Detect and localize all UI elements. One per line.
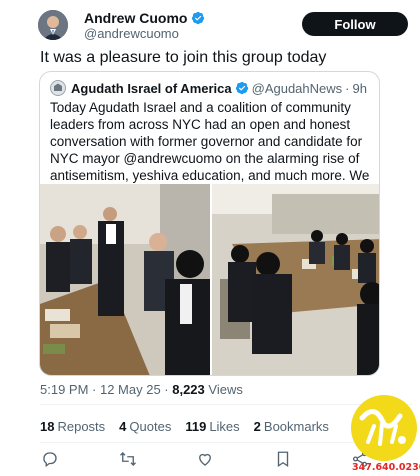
verified-badge-icon bbox=[235, 81, 249, 95]
quotes-label: Quotes bbox=[129, 419, 172, 434]
heart-icon[interactable] bbox=[195, 449, 215, 469]
reposts-count: 18 bbox=[40, 419, 55, 434]
verified-badge-icon bbox=[191, 11, 205, 25]
tweet-timestamp-views: 5:19 PM · 12 May 25 · 8,223 Views bbox=[40, 382, 243, 397]
author-display-name-row[interactable]: Andrew Cuomo bbox=[84, 10, 205, 26]
quotes-count: 4 bbox=[119, 419, 127, 434]
tweet-text: It was a pleasure to join this group tod… bbox=[40, 49, 327, 66]
bookmarks-label: Bookmarks bbox=[263, 419, 329, 434]
reply-icon[interactable] bbox=[40, 449, 60, 469]
follow-button[interactable]: Follow bbox=[302, 12, 408, 36]
timestamp[interactable]: 5:19 PM · 12 May 25 · bbox=[40, 382, 172, 397]
views-label: Views bbox=[204, 382, 243, 397]
meeting-photo-left[interactable] bbox=[40, 184, 210, 375]
engagement-stats: 18 Reposts 4 Quotes 119 Likes 2 Bookmarks bbox=[40, 419, 329, 434]
quoted-handle: @AgudahNews bbox=[251, 80, 343, 96]
quoted-tweet-header: Agudath Israel of America @AgudahNews · … bbox=[50, 79, 371, 97]
bookmarks-count: 2 bbox=[253, 419, 261, 434]
views-count: 8,223 bbox=[172, 382, 205, 397]
bookmark-icon[interactable] bbox=[273, 449, 293, 469]
author-handle[interactable]: @andrewcuomo bbox=[84, 26, 205, 42]
watermark-phone: 347.640.0230 bbox=[352, 462, 420, 473]
reposts-label: Reposts bbox=[57, 419, 106, 434]
action-bar bbox=[40, 449, 370, 469]
separator-dot: · bbox=[345, 80, 350, 96]
meeting-photo-right[interactable] bbox=[211, 184, 379, 375]
quoted-display-name: Agudath Israel of America bbox=[71, 80, 232, 96]
quotes-stat[interactable]: 4 Quotes bbox=[119, 419, 171, 434]
author-names: Andrew Cuomo @andrewcuomo bbox=[84, 10, 205, 42]
quoted-photos bbox=[40, 184, 379, 375]
likes-label: Likes bbox=[209, 419, 240, 434]
author-display-name[interactable]: Andrew Cuomo bbox=[84, 10, 187, 26]
tweet-header: Andrew Cuomo @andrewcuomo Follow bbox=[38, 10, 413, 42]
avatar[interactable] bbox=[38, 10, 68, 40]
quoted-time: 9h bbox=[352, 80, 367, 96]
quoted-avatar bbox=[50, 80, 66, 96]
repost-icon[interactable] bbox=[118, 449, 138, 469]
likes-count: 119 bbox=[185, 419, 207, 434]
reposts-stat[interactable]: 18 Reposts bbox=[40, 419, 105, 434]
likes-stat[interactable]: 119 Likes bbox=[185, 419, 239, 434]
bookmarks-stat[interactable]: 2 Bookmarks bbox=[254, 419, 329, 434]
quoted-tweet-card[interactable]: Agudath Israel of America @AgudahNews · … bbox=[39, 71, 380, 376]
